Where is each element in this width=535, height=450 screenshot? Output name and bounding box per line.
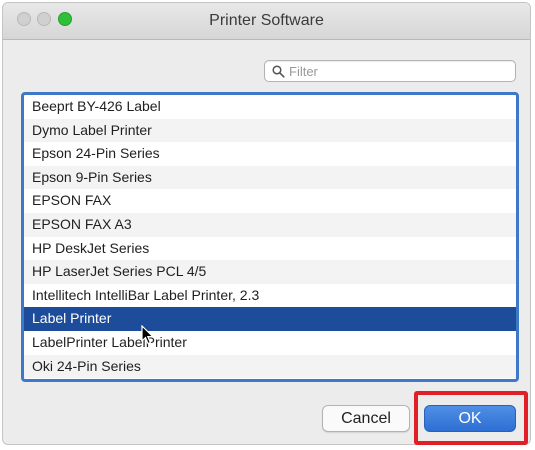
ok-button[interactable]: OK bbox=[424, 405, 516, 432]
printer-list-item[interactable]: Oki 24-Pin Series bbox=[24, 354, 516, 379]
printer-list-item[interactable]: Epson 24-Pin Series bbox=[24, 142, 516, 166]
printer-list[interactable]: Beeprt BY-426 Label Dymo Label Printer Eps… bbox=[21, 92, 519, 382]
title-bar: Printer Software bbox=[3, 3, 530, 40]
printer-list-item[interactable]: Intellitech IntelliBar Label Printer, 2.… bbox=[24, 284, 516, 308]
window-title: Printer Software bbox=[209, 12, 324, 29]
printer-list-item[interactable]: HP LaserJet Series PCL 4/5 bbox=[24, 260, 516, 284]
printer-list-item[interactable]: HP DeskJet Series bbox=[24, 237, 516, 261]
filter-field[interactable] bbox=[264, 60, 516, 82]
search-icon bbox=[272, 65, 285, 78]
printer-list-item[interactable]: EPSON FAX bbox=[24, 189, 516, 213]
printer-list-item-selected[interactable]: Label Printer bbox=[24, 307, 516, 331]
filter-input[interactable] bbox=[289, 62, 509, 80]
printer-list-item[interactable]: Dymo Label Printer bbox=[24, 118, 516, 143]
printer-list-item[interactable]: EPSON FAX A3 bbox=[24, 212, 516, 237]
cancel-button[interactable]: Cancel bbox=[322, 405, 410, 432]
printer-list-item[interactable]: Epson 9-Pin Series bbox=[24, 165, 516, 190]
printer-list-item[interactable]: LabelPrinter LabelPrinter bbox=[24, 331, 516, 355]
printer-list-item[interactable]: Beeprt BY-426 Label bbox=[24, 95, 516, 119]
mouse-pointer-icon bbox=[141, 325, 155, 345]
